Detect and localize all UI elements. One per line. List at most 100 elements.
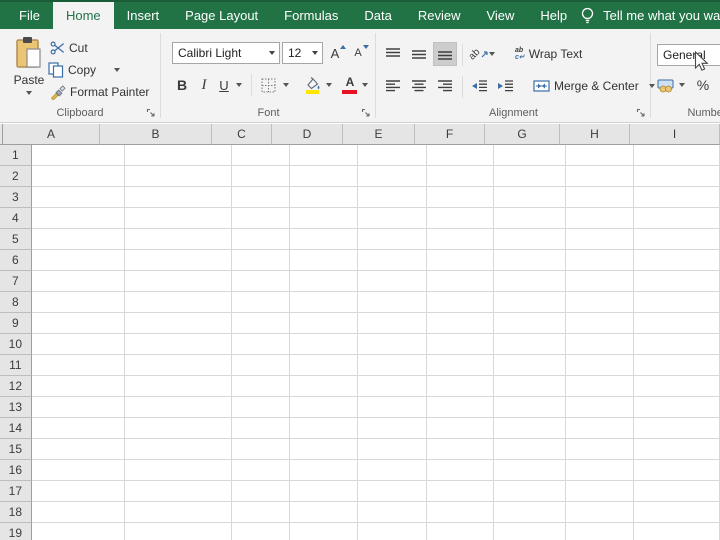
cell-I13[interactable] (633, 397, 720, 418)
row-header-2[interactable]: 2 (0, 166, 32, 187)
row-header-14[interactable]: 14 (0, 418, 32, 439)
cell-C14[interactable] (232, 418, 290, 439)
cell-I17[interactable] (633, 481, 720, 502)
align-left-button[interactable] (381, 74, 405, 98)
cell-I5[interactable] (633, 229, 720, 250)
cell-E14[interactable] (358, 418, 428, 439)
column-header-H[interactable]: H (560, 124, 630, 145)
cell-D11[interactable] (289, 355, 359, 376)
row-header-9[interactable]: 9 (0, 313, 32, 334)
cell-E1[interactable] (358, 145, 428, 166)
cell-C4[interactable] (232, 208, 290, 229)
cell-I12[interactable] (633, 376, 720, 397)
cell-E9[interactable] (358, 313, 428, 334)
cell-E16[interactable] (358, 460, 428, 481)
align-center-button[interactable] (407, 74, 431, 98)
tab-review[interactable]: Review (405, 2, 474, 29)
cell-C2[interactable] (232, 166, 290, 187)
tab-formulas[interactable]: Formulas (271, 2, 351, 29)
cell-E2[interactable] (358, 166, 428, 187)
cell-C16[interactable] (232, 460, 290, 481)
font-color-dropdown-arrow[interactable] (362, 83, 368, 87)
cell-H14[interactable] (566, 418, 634, 439)
cell-A2[interactable] (31, 166, 125, 187)
paste-dropdown-arrow[interactable] (26, 91, 32, 95)
cell-G8[interactable] (494, 292, 567, 313)
row-header-18[interactable]: 18 (0, 502, 32, 523)
row-header-16[interactable]: 16 (0, 460, 32, 481)
cell-I19[interactable] (633, 523, 720, 540)
decrease-indent-button[interactable] (467, 74, 491, 98)
cell-C12[interactable] (232, 376, 290, 397)
tell-me-box[interactable]: Tell me what you want (580, 2, 720, 29)
cell-C11[interactable] (232, 355, 290, 376)
cell-H3[interactable] (566, 187, 634, 208)
middle-align-button[interactable] (407, 42, 431, 66)
clipboard-dialog-launcher-icon[interactable] (146, 108, 156, 118)
copy-dropdown-arrow[interactable] (114, 68, 121, 72)
cell-H12[interactable] (566, 376, 634, 397)
cell-B7[interactable] (124, 271, 233, 292)
cell-F2[interactable] (427, 166, 495, 187)
increase-indent-button[interactable] (493, 74, 517, 98)
cell-B6[interactable] (124, 250, 233, 271)
cell-I16[interactable] (633, 460, 720, 481)
cell-A8[interactable] (31, 292, 125, 313)
number-format-combobox[interactable]: General (657, 44, 720, 66)
cell-F1[interactable] (427, 145, 495, 166)
cell-D12[interactable] (289, 376, 359, 397)
merge-center-button[interactable]: Merge & Center (533, 76, 655, 96)
cell-H17[interactable] (566, 481, 634, 502)
cell-I4[interactable] (633, 208, 720, 229)
cell-H5[interactable] (566, 229, 634, 250)
cell-F10[interactable] (427, 334, 495, 355)
row-header-8[interactable]: 8 (0, 292, 32, 313)
cell-A13[interactable] (31, 397, 125, 418)
tab-view[interactable]: View (473, 2, 527, 29)
cell-H16[interactable] (566, 460, 634, 481)
cell-C15[interactable] (232, 439, 290, 460)
cell-B16[interactable] (124, 460, 233, 481)
row-header-12[interactable]: 12 (0, 376, 32, 397)
cell-H10[interactable] (566, 334, 634, 355)
cell-A19[interactable] (31, 523, 125, 540)
orientation-dropdown-arrow[interactable] (489, 52, 496, 56)
cell-I6[interactable] (633, 250, 720, 271)
cell-B18[interactable] (124, 502, 233, 523)
cell-E12[interactable] (358, 376, 428, 397)
column-header-B[interactable]: B (100, 124, 212, 145)
wrap-text-button[interactable]: ab c↵ Wrap Text (515, 44, 582, 64)
cell-F6[interactable] (427, 250, 495, 271)
cell-B3[interactable] (124, 187, 233, 208)
cell-C9[interactable] (232, 313, 290, 334)
cell-F5[interactable] (427, 229, 495, 250)
cell-D13[interactable] (289, 397, 359, 418)
cell-C8[interactable] (232, 292, 290, 313)
cell-B8[interactable] (124, 292, 233, 313)
cell-C17[interactable] (232, 481, 290, 502)
cell-I14[interactable] (633, 418, 720, 439)
bold-button[interactable]: B (173, 74, 191, 96)
column-header-I[interactable]: I (630, 124, 720, 145)
cell-G12[interactable] (494, 376, 567, 397)
cell-E6[interactable] (358, 250, 428, 271)
cell-I9[interactable] (633, 313, 720, 334)
cell-B2[interactable] (124, 166, 233, 187)
cell-I15[interactable] (633, 439, 720, 460)
cell-G10[interactable] (494, 334, 567, 355)
cell-G6[interactable] (494, 250, 567, 271)
cell-D16[interactable] (289, 460, 359, 481)
cell-I3[interactable] (633, 187, 720, 208)
cell-F8[interactable] (427, 292, 495, 313)
cell-A15[interactable] (31, 439, 125, 460)
cell-F12[interactable] (427, 376, 495, 397)
cell-G2[interactable] (494, 166, 567, 187)
cell-F3[interactable] (427, 187, 495, 208)
cell-H13[interactable] (566, 397, 634, 418)
cell-D18[interactable] (289, 502, 359, 523)
cell-G11[interactable] (494, 355, 567, 376)
percent-style-button[interactable]: % (693, 74, 713, 96)
underline-dropdown-arrow[interactable] (236, 83, 242, 87)
copy-button[interactable]: Copy (48, 60, 121, 80)
cell-C18[interactable] (232, 502, 290, 523)
